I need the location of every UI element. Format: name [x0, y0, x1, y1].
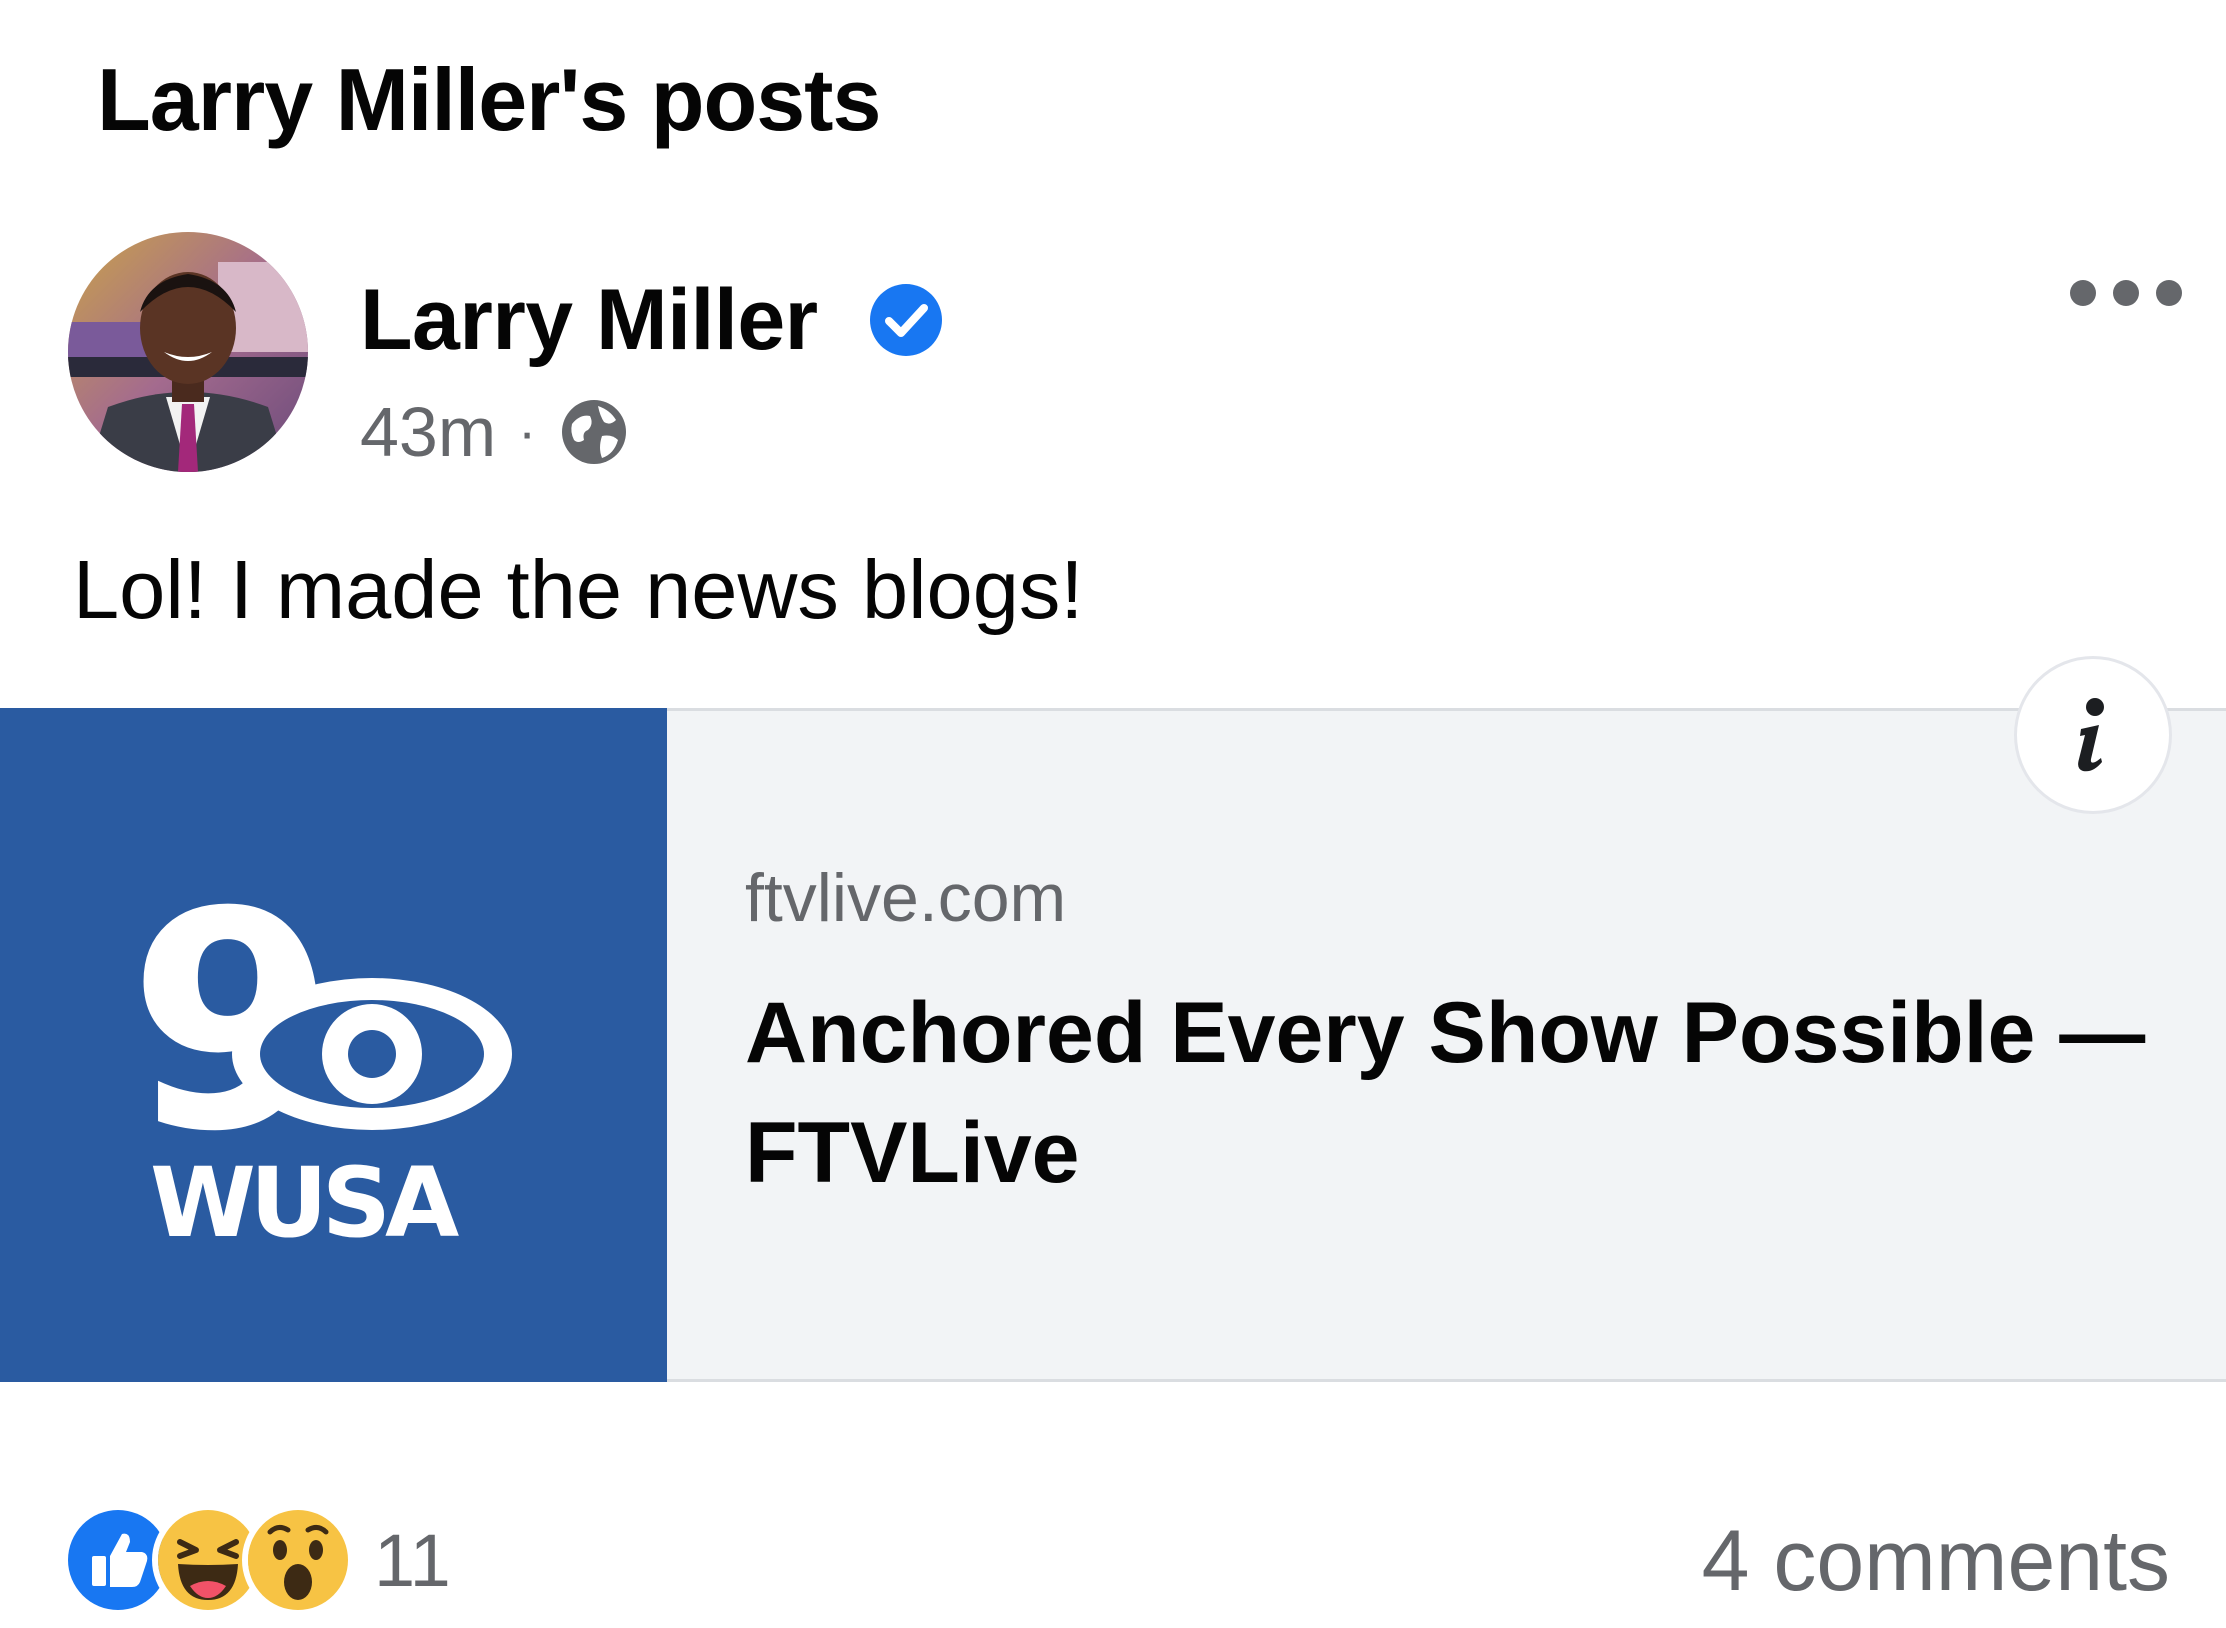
- post-timestamp[interactable]: 43m: [360, 392, 496, 472]
- wusa-logo: 9 WUSA: [128, 848, 512, 1259]
- avatar[interactable]: [68, 232, 308, 472]
- page-title: Larry Miller's posts: [97, 50, 881, 149]
- logo-call-letters: WUSA: [150, 1147, 459, 1259]
- info-icon: [2078, 698, 2104, 772]
- more-options-button[interactable]: [2070, 258, 2182, 328]
- comments-count-link[interactable]: 4 comments: [1702, 1512, 2170, 1611]
- reaction-count: 11: [374, 1518, 451, 1602]
- verified-badge-icon: [870, 284, 942, 356]
- ellipsis-icon: [2070, 280, 2096, 306]
- author-name[interactable]: Larry Miller: [360, 270, 818, 370]
- reactions-summary[interactable]: 11: [62, 1504, 451, 1616]
- info-button[interactable]: [2014, 656, 2172, 814]
- link-title: Anchored Every Show Possible — FTVLive: [745, 985, 2146, 1201]
- link-preview-card[interactable]: 9 WUSA ftvlive.com Anchored Every Show P…: [0, 708, 2226, 1382]
- post-header: Larry Miller 43m ·: [68, 232, 2168, 476]
- link-domain: ftvlive.com: [745, 860, 1067, 936]
- post-meta: 43m ·: [360, 392, 630, 472]
- link-thumbnail: 9 WUSA: [0, 708, 667, 1382]
- post-text: Lol! I made the news blogs!: [73, 543, 1084, 636]
- wow-reaction-icon: [242, 1504, 354, 1616]
- globe-icon: [562, 400, 627, 464]
- meta-separator: ·: [518, 402, 537, 462]
